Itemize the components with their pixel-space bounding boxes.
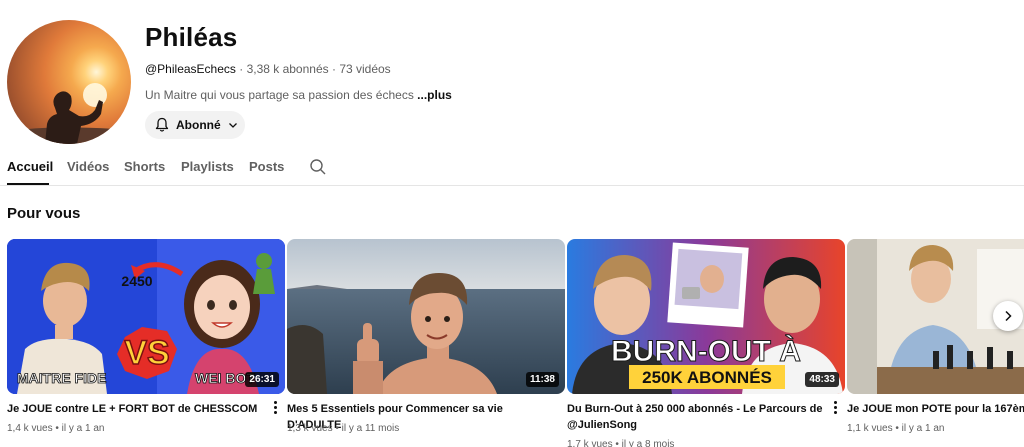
channel-description: Un Maitre qui vous partage sa passion de… bbox=[145, 88, 452, 102]
subscriber-count: 3,38 k abonnés bbox=[246, 62, 329, 76]
thumb-abonnes: 250K ABONNÉS bbox=[642, 368, 772, 387]
channel-avatar bbox=[7, 20, 131, 144]
video-title[interactable]: Du Burn-Out à 250 000 abonnés - Le Parco… bbox=[567, 401, 827, 433]
tab-accueil[interactable]: Accueil bbox=[7, 159, 53, 174]
chevron-right-icon bbox=[1005, 310, 1012, 322]
channel-handle: @PhileasEchecs bbox=[145, 62, 236, 76]
avatar-silhouette bbox=[7, 83, 131, 144]
video-count: 73 vidéos bbox=[339, 62, 391, 76]
thumb-elo: 2450 bbox=[121, 273, 152, 289]
meta-separator: · bbox=[235, 62, 247, 76]
description-text: Un Maitre qui vous partage sa passion de… bbox=[145, 88, 418, 102]
thumb-maitre: MAITRE FIDE bbox=[17, 370, 106, 386]
bell-icon bbox=[155, 117, 169, 132]
tab-videos[interactable]: Vidéos bbox=[67, 159, 109, 174]
carousel-next-button[interactable] bbox=[993, 301, 1023, 331]
video-title[interactable]: Je JOUE contre LE + FORT BOT de CHESSCOM bbox=[7, 401, 267, 417]
video-card: 11:38 Mes 5 Essentiels pour Commencer sa… bbox=[287, 239, 565, 434]
video-meta: 1,1 k vues • il y a 1 an bbox=[847, 423, 945, 434]
channel-meta: @PhileasEchecs · 3,38 k abonnés · 73 vid… bbox=[145, 62, 391, 76]
thumbnail-art: BURN-OUT À 250K ABONNÉS bbox=[567, 239, 845, 394]
thumbnail-art: VS 2450 MAITRE FIDE WEI BOT bbox=[7, 239, 285, 394]
video-duration: 26:31 bbox=[245, 372, 279, 387]
video-title-line2: @JulienSong bbox=[567, 419, 638, 431]
channel-name: Philéas bbox=[145, 22, 238, 52]
subscribe-label: Abonné bbox=[176, 118, 221, 132]
video-duration: 48:33 bbox=[805, 372, 839, 387]
subscribe-button[interactable]: Abonné bbox=[145, 111, 245, 139]
kebab-menu-icon[interactable] bbox=[271, 401, 279, 415]
video-card: BURN-OUT À 250K ABONNÉS 48:33 Du Burn-Ou… bbox=[567, 239, 845, 447]
tab-playlists[interactable]: Playlists bbox=[181, 159, 234, 174]
video-meta: 1,7 k vues • il y a 8 mois bbox=[567, 439, 675, 447]
video-meta: 1,4 k vues • il y a 1 an bbox=[7, 423, 105, 434]
meta-separator: · bbox=[328, 62, 340, 76]
video-thumbnail[interactable]: BURN-OUT À 250K ABONNÉS 48:33 bbox=[567, 239, 845, 394]
more-link[interactable]: ...plus bbox=[417, 88, 452, 102]
channel-search-button[interactable] bbox=[309, 158, 327, 181]
thumbnail-art bbox=[287, 239, 565, 394]
thumb-vs: VS bbox=[124, 334, 169, 372]
active-tab-indicator bbox=[7, 183, 49, 185]
video-thumbnail[interactable]: 11:38 bbox=[287, 239, 565, 394]
video-duration: 11:38 bbox=[525, 372, 559, 387]
tab-posts[interactable]: Posts bbox=[249, 159, 284, 174]
video-meta: 1,3 k vues • il y a 11 mois bbox=[287, 423, 400, 434]
kebab-menu-icon[interactable] bbox=[831, 401, 839, 415]
chevron-down-icon bbox=[228, 123, 237, 128]
search-icon bbox=[310, 159, 326, 175]
video-thumbnail[interactable]: VS 2450 MAITRE FIDE WEI BOT 26:31 bbox=[7, 239, 285, 394]
tab-shorts[interactable]: Shorts bbox=[124, 159, 165, 174]
video-title-line1: Du Burn-Out à 250 000 abonnés - Le Parco… bbox=[567, 403, 823, 415]
video-card: VS 2450 MAITRE FIDE WEI BOT 26:31 Je JOU… bbox=[7, 239, 285, 434]
video-title[interactable]: Je JOUE mon POTE pour la 167ème bbox=[847, 401, 1024, 417]
channel-tabs: Accueil Vidéos Shorts Playlists Posts bbox=[0, 150, 1024, 186]
thumb-burnout: BURN-OUT À bbox=[611, 334, 801, 368]
section-title: Pour vous bbox=[7, 205, 81, 222]
